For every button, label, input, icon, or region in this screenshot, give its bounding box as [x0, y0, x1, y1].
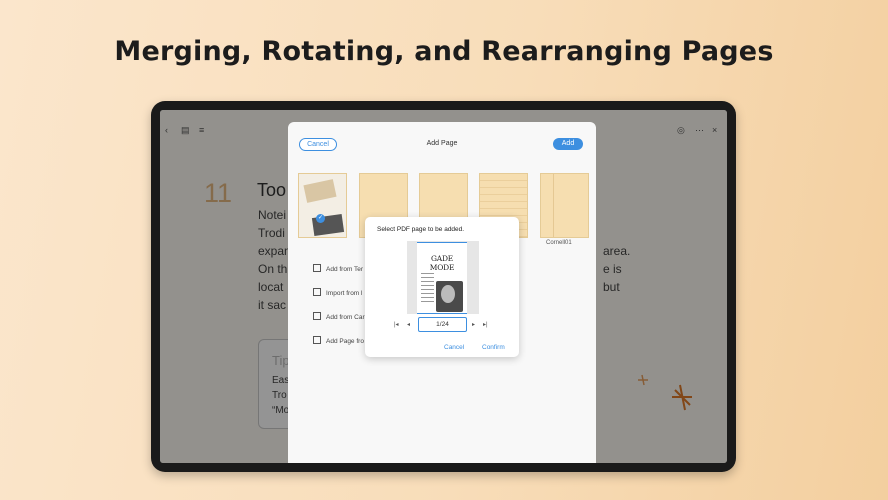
- next-page-icon[interactable]: ▸: [472, 321, 475, 328]
- pdf-page-preview[interactable]: GADE MODE: [417, 242, 467, 314]
- first-page-icon[interactable]: |◂: [394, 321, 399, 328]
- option-add-page-from[interactable]: Add Page fro: [313, 336, 364, 345]
- camera-icon: [313, 312, 321, 320]
- dialog-confirm-button[interactable]: Confirm: [482, 344, 505, 351]
- import-icon: [313, 288, 321, 296]
- sheet-add-button[interactable]: Add: [553, 138, 583, 150]
- page-icon: [313, 336, 321, 344]
- thumbnail-pdf[interactable]: ✓: [298, 173, 347, 238]
- option-add-from-template[interactable]: Add from Ter: [313, 264, 363, 273]
- last-page-icon[interactable]: ▸|: [483, 321, 488, 328]
- template-icon: [313, 264, 321, 272]
- sheet-title: Add Page: [426, 140, 458, 147]
- page-number-input[interactable]: 1/24: [418, 317, 467, 332]
- magazine-title: GADE MODE: [429, 254, 455, 272]
- thumbnail-cornell[interactable]: [540, 173, 589, 238]
- prev-page-icon[interactable]: ◂: [407, 321, 410, 328]
- thumbnail-label: Cornell01: [546, 240, 572, 246]
- dialog-cancel-button[interactable]: Cancel: [444, 344, 464, 351]
- option-add-from-camera[interactable]: Add from Car: [313, 312, 365, 321]
- dialog-title: Select PDF page to be added.: [377, 226, 465, 233]
- headline: Merging, Rotating, and Rearranging Pages: [114, 36, 774, 67]
- select-pdf-dialog: Select PDF page to be added. GADE MODE |…: [365, 217, 519, 357]
- check-icon: ✓: [316, 214, 325, 223]
- option-import[interactable]: Import from l: [313, 288, 362, 297]
